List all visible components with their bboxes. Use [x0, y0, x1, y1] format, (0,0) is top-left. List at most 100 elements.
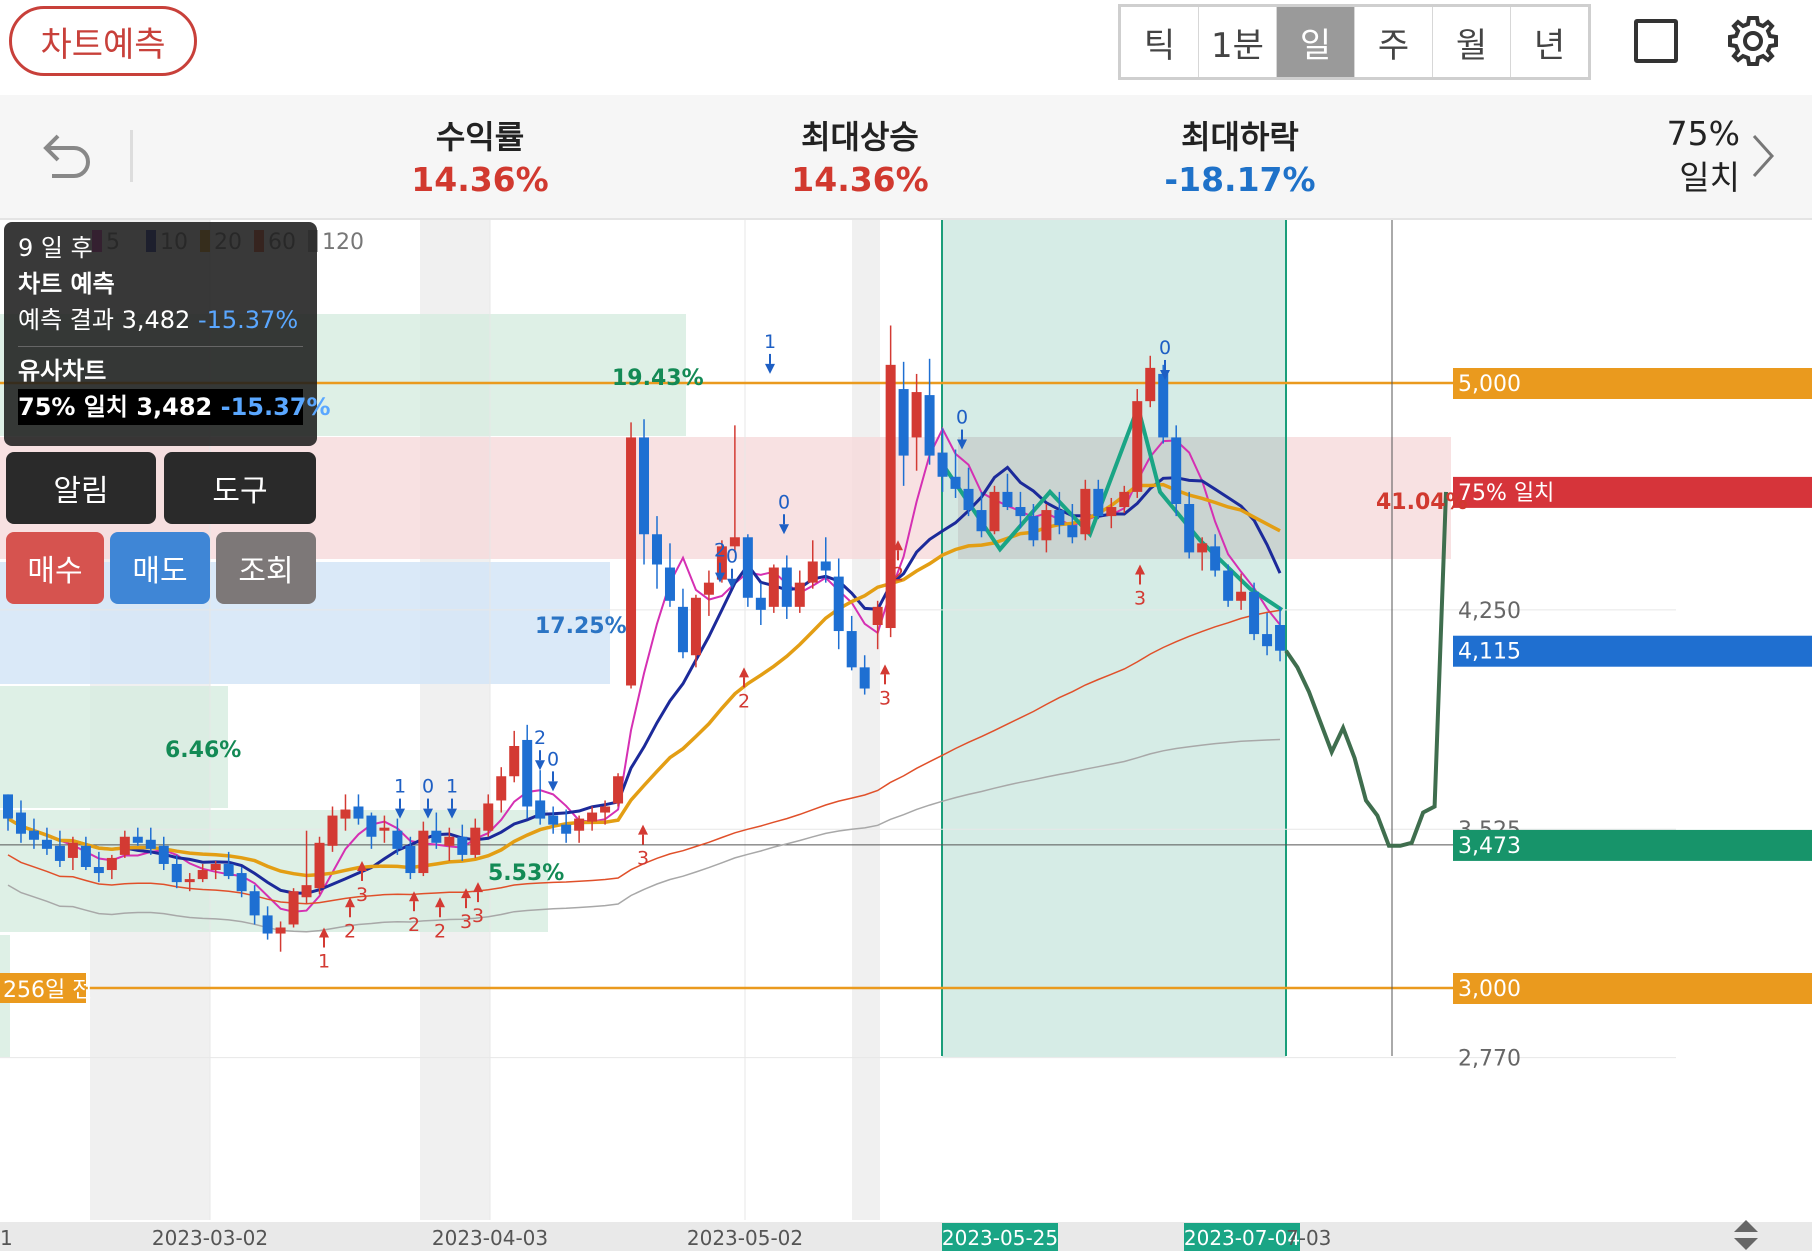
max-down-value: -18.17% [1164, 160, 1316, 199]
candle-body [1106, 507, 1117, 517]
candle-body [703, 582, 714, 595]
candle-body [535, 800, 546, 819]
price-tag-label: 3,473 [1458, 834, 1521, 859]
signal-up-count: 3 [1134, 588, 1146, 610]
candle-body [93, 867, 104, 874]
chevron-right-icon[interactable] [1748, 130, 1778, 182]
candle-body [898, 389, 909, 456]
signal-up-count: 3 [879, 687, 891, 709]
candle-body [288, 891, 299, 925]
candle-body [171, 863, 182, 883]
candle-body [184, 879, 195, 883]
candle-body [249, 891, 260, 916]
signal-down-count: 0 [1159, 337, 1171, 359]
signal-up-arrow [880, 664, 890, 675]
price-axis-label: 4,250 [1458, 599, 1521, 624]
candle-body [600, 806, 611, 813]
candle-body [548, 815, 559, 825]
candle-body [457, 836, 468, 855]
candle-body [587, 812, 598, 822]
date-axis-label: 2023-05-25 [942, 1226, 1058, 1250]
candle-body [755, 597, 766, 610]
signal-down-count: 0 [956, 407, 968, 429]
candle-body [677, 606, 688, 653]
range-percent-label: 5.53% [488, 861, 564, 886]
signal-up-arrow [739, 667, 749, 678]
range-percent-label: 19.43% [612, 366, 704, 391]
gear-icon[interactable] [1726, 14, 1780, 68]
range-percent-label: 41.04% [1376, 490, 1468, 515]
candle-body [1015, 507, 1026, 517]
fullscreen-icon[interactable] [1634, 19, 1678, 63]
candle-body [470, 827, 481, 855]
signal-down-count: 0 [726, 546, 738, 568]
prediction-popup: 9 일 후 차트 예측 예측 결과 3,482 -15.37% 유사차트 75%… [4, 222, 331, 446]
candle-body [1262, 634, 1273, 647]
date-axis-label: 2023-03-02 [152, 1226, 268, 1250]
tool-button[interactable]: 도구 [164, 452, 316, 524]
tab-tick[interactable]: 틱 [1121, 7, 1199, 77]
candle-body [872, 606, 883, 625]
tab-day[interactable]: 일 [1277, 7, 1355, 77]
tab-month[interactable]: 월 [1433, 7, 1511, 77]
candle-body [1223, 570, 1234, 601]
signal-down-count: 2 [534, 727, 546, 749]
sell-button[interactable]: 매도 [110, 532, 210, 604]
signal-up-count: 1 [318, 951, 330, 973]
alarm-button[interactable]: 알림 [6, 452, 156, 524]
signal-down-count: 1 [764, 331, 776, 353]
candle-body [3, 794, 13, 819]
candle-body [768, 567, 779, 607]
candle-body [314, 842, 325, 889]
candle-body [1197, 543, 1208, 553]
candle-body [353, 806, 364, 819]
similar-pct: -15.37% [220, 393, 331, 421]
weekend-band [852, 220, 880, 1220]
date-axis-label: 2023-04-03 [432, 1226, 548, 1250]
max-up-value: 14.36% [791, 160, 929, 199]
match-indicator[interactable]: 75% 일치 [1620, 112, 1740, 200]
candle-body [561, 824, 572, 834]
candle-body [1119, 491, 1130, 508]
signal-down-arrow [765, 363, 775, 374]
candle-body [937, 452, 948, 477]
candle-body [15, 812, 26, 834]
candle-body [924, 395, 935, 456]
candle-body [431, 830, 442, 843]
return-label: 수익률 [435, 118, 525, 156]
candle-body [690, 597, 701, 656]
candle-body [1184, 504, 1195, 553]
days-ago-label: 256일 전 [3, 978, 92, 1003]
candle-body [327, 815, 338, 846]
tab-year[interactable]: 년 [1511, 7, 1588, 77]
view-button[interactable]: 조회 [216, 532, 316, 604]
candle-body [833, 576, 844, 632]
candle-body [522, 739, 533, 807]
candle-body [1028, 516, 1039, 541]
candle-body [392, 830, 403, 849]
similar-region [942, 220, 1286, 1057]
result-price: 3,482 [121, 306, 191, 334]
candle-body [885, 364, 896, 629]
stats-divider [130, 130, 133, 182]
days-after: 9 일 후 [18, 234, 93, 262]
candle-body [963, 488, 974, 511]
signal-down-count: 2 [714, 540, 726, 562]
candle-body [340, 809, 351, 819]
ma-legend-label: 120 [322, 230, 364, 255]
signal-down-count: 1 [446, 776, 458, 798]
signal-down-count: 0 [778, 491, 790, 513]
buy-button[interactable]: 매수 [6, 532, 104, 604]
date-axis-label: 2023-07-04 [1184, 1226, 1300, 1250]
chart-predict-button[interactable]: 차트예측 [9, 6, 197, 76]
undo-icon[interactable] [38, 128, 94, 184]
tab-1min[interactable]: 1분 [1199, 7, 1277, 77]
candle-body [794, 582, 805, 607]
candle-body [106, 857, 117, 871]
date-axis-label: 7-03 [1286, 1226, 1331, 1250]
signal-up-count: 2 [434, 920, 446, 942]
predict-result-row: 예측 결과 3,482 -15.37% [18, 302, 303, 338]
candle-body [1041, 510, 1052, 541]
tab-week[interactable]: 주 [1355, 7, 1433, 77]
candle-body [1132, 401, 1143, 492]
